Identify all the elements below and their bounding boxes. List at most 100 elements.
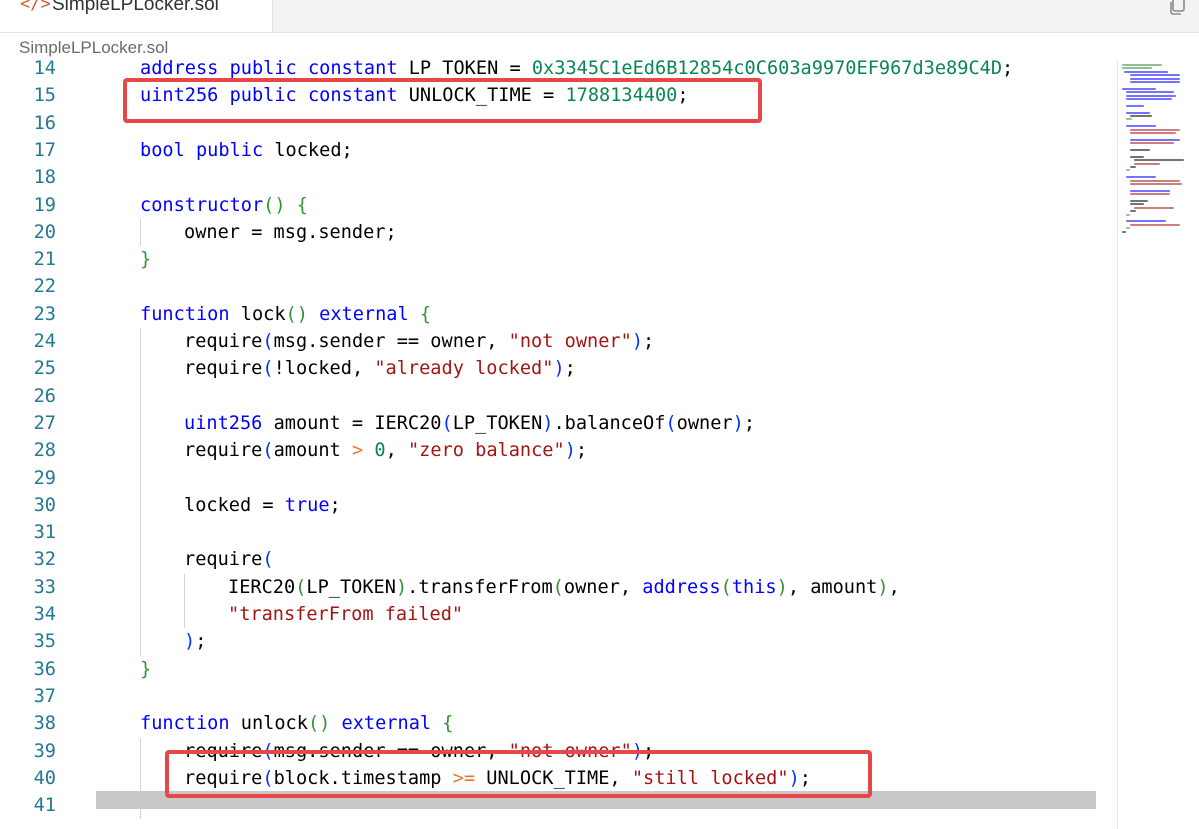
- tab-simplelplocker[interactable]: </> SimpleLPLocker.sol: [0, 0, 273, 32]
- code-token: ): [631, 331, 644, 352]
- code-token: owner,: [563, 576, 643, 598]
- code-line[interactable]: 18: [0, 164, 1100, 191]
- line-number: 22: [33, 276, 56, 298]
- code-line[interactable]: 32 require(: [0, 546, 1100, 573]
- code-token: (: [552, 576, 564, 598]
- code-token: locked =: [184, 494, 285, 516]
- code-line[interactable]: 37: [0, 683, 1100, 710]
- code-line[interactable]: 35);: [0, 628, 1100, 655]
- code-token: constant: [307, 60, 398, 79]
- code-line[interactable]: 19 constructor() {: [0, 192, 1100, 219]
- code-token: (: [295, 576, 307, 598]
- code-line[interactable]: 27 uint256 amount = IERC20(LP_TOKEN).bala…: [0, 410, 1100, 437]
- line-number: 36: [33, 658, 56, 680]
- code-line[interactable]: 33 IERC20(LP_TOKEN).transferFrom(owner, a…: [0, 574, 1100, 601]
- minimap-line: [1126, 91, 1174, 94]
- code-text: require(: [184, 546, 274, 573]
- minimap-line: [1122, 64, 1162, 66]
- code-editor[interactable]: 14 address public constant LP_TOKEN = 0x3…: [0, 60, 1199, 829]
- minimap-line: [1134, 162, 1160, 165]
- line-number: 29: [33, 467, 56, 489]
- line-number: 32: [33, 549, 56, 571]
- tab-title: SimpleLPLocker.sol: [52, 0, 219, 15]
- code-token: 0: [374, 440, 386, 462]
- code-token: require: [184, 358, 263, 380]
- code-line[interactable]: 38 function unlock() external {: [0, 710, 1100, 737]
- code-token: ): [542, 412, 554, 434]
- code-token: ): [732, 412, 744, 434]
- line-number: 33: [33, 576, 56, 598]
- code-token: {: [442, 713, 454, 735]
- code-line[interactable]: 25 require(!locked, "already locked");: [0, 355, 1100, 382]
- code-line[interactable]: 29: [0, 465, 1100, 492]
- code-text: IERC20(LP_TOKEN).transferFrom(owner, add…: [228, 574, 900, 601]
- code-text: require(!locked, "already locked");: [184, 355, 576, 382]
- code-text: }: [140, 656, 151, 683]
- code-line[interactable]: 24 require(msg.sender == owner, "not owne…: [0, 328, 1100, 355]
- code-line[interactable]: 28 require(amount > 0, "zero balance");: [0, 437, 1100, 464]
- code-line[interactable]: 31: [0, 519, 1100, 546]
- line-number: 34: [33, 604, 56, 625]
- code-token: require: [184, 440, 263, 462]
- minimap-line: [1124, 70, 1168, 73]
- code-token: }: [140, 658, 152, 680]
- line-number: 30: [33, 494, 56, 516]
- code-line[interactable]: 20 owner = msg.sender;: [0, 219, 1100, 246]
- minimap-line: [1130, 132, 1176, 134]
- code-token: unlock: [229, 713, 308, 735]
- code-line[interactable]: 36}: [0, 656, 1100, 683]
- code-token: this: [731, 576, 777, 598]
- code-text: function lock() external {: [140, 301, 431, 328]
- minimap-line: [1130, 179, 1180, 182]
- line-number: 31: [33, 522, 56, 544]
- code-token: ;: [564, 358, 576, 380]
- minimap-line: [1130, 210, 1136, 213]
- code-text: }: [140, 246, 151, 273]
- minimap-line: [1126, 169, 1130, 172]
- code-line[interactable]: 22: [0, 273, 1100, 300]
- line-number: 18: [33, 167, 56, 189]
- breadcrumb[interactable]: SimpleLPLocker.sol: [19, 38, 168, 58]
- code-token: (: [441, 412, 453, 434]
- line-number: 27: [33, 412, 56, 434]
- code-line[interactable]: 17 bool public locked;: [0, 137, 1100, 164]
- minimap-line: [1126, 176, 1156, 179]
- code-line[interactable]: 21}: [0, 246, 1100, 273]
- line-number: 15: [33, 85, 56, 107]
- code-token: ;: [575, 440, 588, 462]
- code-token: (: [720, 576, 732, 598]
- code-token: (: [262, 358, 274, 380]
- line-number: 19: [33, 194, 56, 216]
- code-line[interactable]: 23 function lock() external {: [0, 301, 1100, 328]
- minimap-line: [1130, 77, 1180, 80]
- code-token: (): [263, 194, 286, 216]
- code-token: !locked,: [273, 358, 375, 380]
- code-line[interactable]: 26: [0, 383, 1100, 410]
- code-token: ;: [743, 412, 756, 434]
- minimap[interactable]: [1118, 60, 1199, 240]
- code-token: public: [195, 139, 264, 161]
- line-number: 40: [33, 767, 56, 789]
- line-number: 17: [33, 139, 56, 161]
- indent-guide: [184, 573, 185, 629]
- code-line[interactable]: 30 locked = true;: [0, 492, 1100, 519]
- code-token: "transferFrom failed": [228, 604, 464, 625]
- code-token: address: [642, 576, 721, 598]
- code-token: ;: [195, 631, 207, 653]
- code-token: amount = IERC20: [262, 412, 442, 434]
- code-token: (: [262, 549, 274, 571]
- minimap-line: [1126, 213, 1130, 216]
- copy-icon[interactable]: [1167, 0, 1187, 16]
- code-text: require(msg.sender == owner, "not owner"…: [184, 328, 654, 355]
- code-line[interactable]: 34 "transferFrom failed": [0, 601, 1100, 628]
- code-token: true: [284, 494, 330, 516]
- code-token: ;: [1002, 60, 1014, 79]
- line-number: 39: [33, 740, 56, 762]
- code-token: {: [419, 303, 432, 325]
- line-number: 24: [33, 331, 56, 352]
- code-text: bool public locked;: [140, 137, 353, 164]
